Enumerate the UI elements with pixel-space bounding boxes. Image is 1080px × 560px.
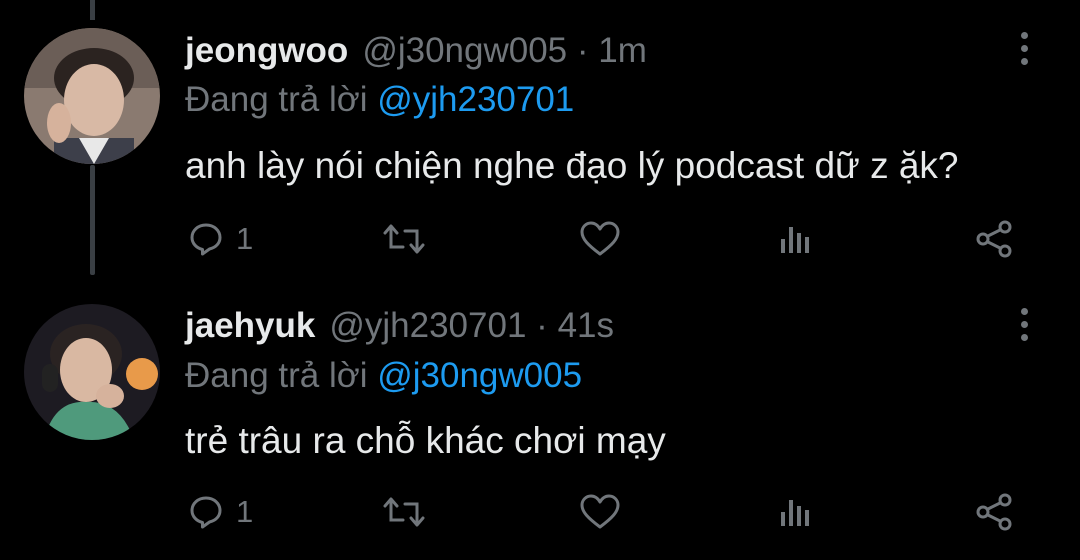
avatar-image-jeongwoo — [24, 28, 160, 164]
reply-button[interactable]: 1 — [186, 487, 253, 537]
reply-icon — [190, 496, 222, 529]
reply-button[interactable]: 1 — [186, 214, 253, 264]
share-icon — [976, 220, 1012, 258]
tweet-jaehyuk[interactable]: jaehyuk @yjh230701 · 41s Đang trả lời @j3… — [0, 290, 1080, 560]
share-button[interactable] — [974, 487, 1014, 537]
separator-dot: · — [576, 31, 589, 70]
user-handle[interactable]: @j30ngw005 — [362, 31, 567, 70]
reply-count: 1 — [236, 221, 254, 256]
user-handle[interactable]: @yjh230701 — [329, 306, 526, 345]
like-button[interactable] — [578, 487, 622, 537]
tweet-jeongwoo[interactable]: jeongwoo @j30ngw005 · 1m Đang trả lời @yj… — [0, 0, 1080, 275]
more-icon[interactable] — [1014, 32, 1034, 72]
replying-to: Đang trả lời @j30ngw005 — [185, 354, 582, 398]
action-bar: 1 — [0, 487, 1080, 537]
separator-dot: · — [536, 306, 548, 345]
replying-to: Đang trả lời @yjh230701 — [185, 78, 574, 122]
views-icon — [781, 500, 809, 526]
reply-count: 1 — [236, 494, 254, 529]
tweet-header: jeongwoo @j30ngw005 · 1m — [185, 29, 647, 73]
views-icon — [781, 227, 809, 253]
more-icon[interactable] — [1014, 308, 1034, 348]
tweet-text: anh lày nói chiện nghe đạo lý podcast dữ… — [185, 145, 959, 186]
action-bar: 1 — [0, 214, 1080, 264]
retweet-icon — [383, 224, 425, 254]
display-name[interactable]: jaehyuk — [185, 306, 315, 345]
retweet-button[interactable] — [382, 214, 426, 264]
avatar[interactable] — [24, 28, 160, 164]
like-icon — [580, 494, 620, 529]
reply-prefix: Đang trả lời — [185, 356, 368, 395]
mention-link[interactable]: @yjh230701 — [377, 80, 574, 119]
reply-prefix: Đang trả lời — [185, 80, 368, 119]
share-button[interactable] — [974, 214, 1014, 264]
retweet-icon — [383, 497, 425, 527]
tweet-header: jaehyuk @yjh230701 · 41s — [185, 304, 614, 348]
avatar-image-jaehyuk — [24, 304, 160, 440]
share-icon — [976, 493, 1012, 531]
timestamp[interactable]: 1m — [598, 31, 647, 70]
mention-link[interactable]: @j30ngw005 — [377, 356, 582, 395]
views-button[interactable] — [778, 214, 814, 264]
views-button[interactable] — [778, 487, 814, 537]
like-button[interactable] — [578, 214, 622, 264]
timestamp[interactable]: 41s — [558, 306, 614, 345]
display-name[interactable]: jeongwoo — [185, 31, 348, 70]
retweet-button[interactable] — [382, 487, 426, 537]
reply-icon — [190, 223, 222, 256]
like-icon — [580, 221, 620, 256]
avatar[interactable] — [24, 304, 160, 440]
tweet-text: trẻ trâu ra chỗ khác chơi mạy — [185, 420, 666, 461]
